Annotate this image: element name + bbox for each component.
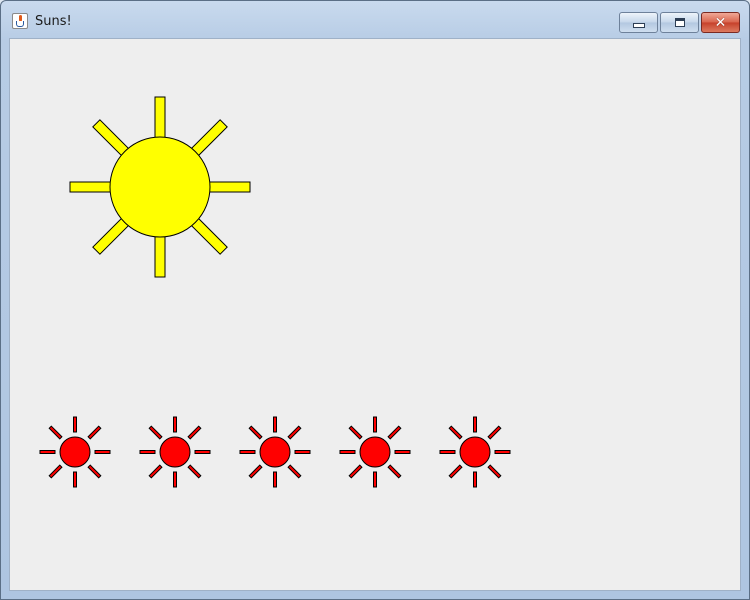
- java-cup-icon[interactable]: [12, 13, 28, 29]
- small-sun-ray: [348, 425, 363, 440]
- small-sun-ray: [39, 450, 56, 454]
- small-sun-ray: [287, 425, 302, 440]
- small-sun-ray: [487, 425, 502, 440]
- small-sun-ray: [387, 425, 402, 440]
- big-sun-disc: [109, 136, 211, 238]
- maximize-icon: [674, 18, 685, 27]
- small-sun-ray: [387, 464, 402, 479]
- small-sun-ray: [173, 471, 177, 488]
- small-sun-ray: [187, 425, 202, 440]
- minimize-icon: [632, 23, 645, 28]
- small-sun-ray: [173, 416, 177, 433]
- small-sun-ray: [487, 464, 502, 479]
- suns-drawing: [39, 96, 511, 488]
- maximize-button[interactable]: [660, 12, 699, 33]
- small-sun-ray: [94, 450, 111, 454]
- small-sun-ray: [239, 450, 256, 454]
- close-icon: ✕: [714, 14, 727, 31]
- small-sun-ray: [87, 425, 102, 440]
- small-sun: [439, 416, 511, 488]
- small-sun-ray: [248, 464, 263, 479]
- window-title: Suns!: [35, 14, 72, 29]
- small-sun-ray: [273, 471, 277, 488]
- small-sun-ray: [494, 450, 511, 454]
- small-sun-ray: [87, 464, 102, 479]
- small-sun: [339, 416, 411, 488]
- small-sun-disc: [59, 436, 91, 468]
- small-sun: [239, 416, 311, 488]
- small-sun-ray: [139, 450, 156, 454]
- minimize-button[interactable]: [619, 12, 658, 33]
- small-sun-ray: [448, 464, 463, 479]
- small-sun-ray: [187, 464, 202, 479]
- small-sun-ray: [248, 425, 263, 440]
- small-sun-ray: [473, 416, 477, 433]
- small-sun-ray: [48, 464, 63, 479]
- small-sun-disc: [459, 436, 491, 468]
- small-sun-ray: [73, 416, 77, 433]
- small-sun-ray: [439, 450, 456, 454]
- small-sun-ray: [148, 464, 163, 479]
- big-sun: [69, 96, 251, 278]
- small-sun-disc: [259, 436, 291, 468]
- small-sun-ray: [148, 425, 163, 440]
- app-window: Suns! ✕: [0, 0, 750, 600]
- title-bar[interactable]: Suns! ✕: [1, 1, 749, 39]
- small-sun: [39, 416, 111, 488]
- small-sun-ray: [73, 471, 77, 488]
- small-sun-ray: [48, 425, 63, 440]
- small-sun-ray: [339, 450, 356, 454]
- close-button[interactable]: ✕: [701, 12, 740, 33]
- small-sun-ray: [373, 416, 377, 433]
- small-sun-ray: [448, 425, 463, 440]
- small-sun-ray: [287, 464, 302, 479]
- small-sun-ray: [294, 450, 311, 454]
- small-sun-ray: [473, 471, 477, 488]
- small-sun: [139, 416, 211, 488]
- small-sun-ray: [394, 450, 411, 454]
- drawing-canvas: [9, 38, 741, 591]
- small-sun-ray: [194, 450, 211, 454]
- small-sun-disc: [359, 436, 391, 468]
- small-sun-ray: [373, 471, 377, 488]
- small-sun-ray: [273, 416, 277, 433]
- small-sun-disc: [159, 436, 191, 468]
- small-sun-ray: [348, 464, 363, 479]
